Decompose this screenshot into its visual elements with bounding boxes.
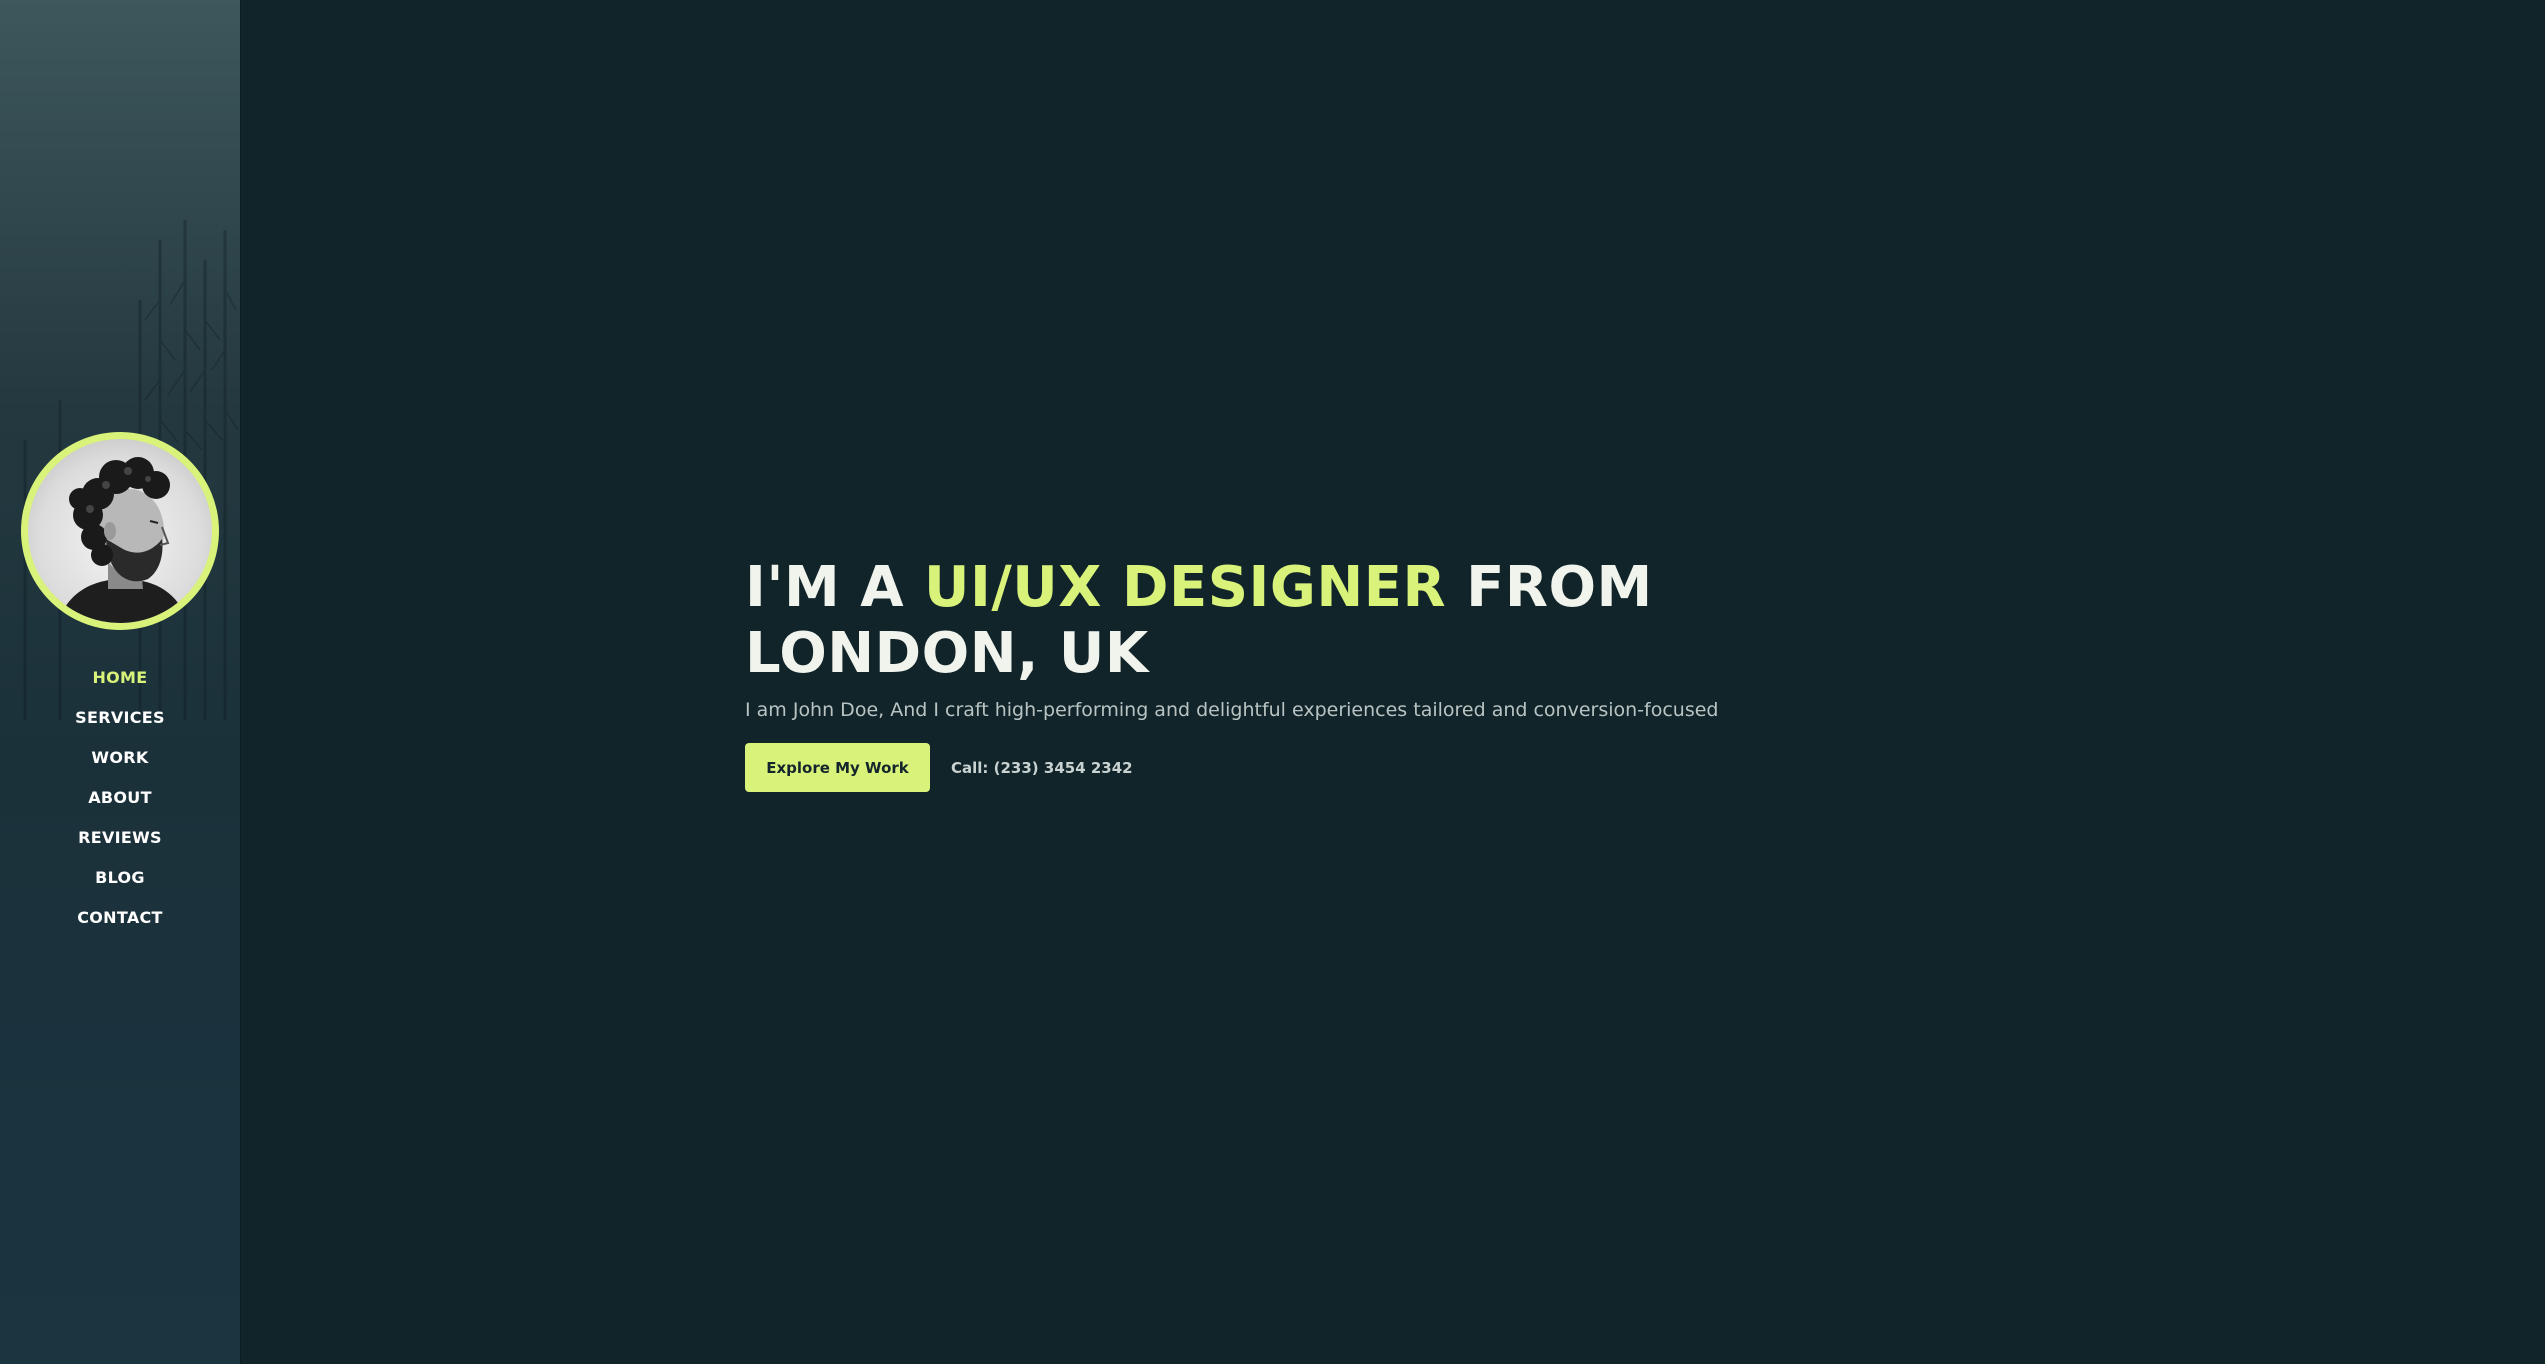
profile-avatar — [28, 439, 212, 623]
nav-item-work[interactable]: WORK — [0, 742, 240, 782]
call-link[interactable]: Call: (233) 3454 2342 — [951, 759, 1133, 777]
avatar-ring — [21, 432, 219, 630]
nav-item-home[interactable]: HOME — [0, 662, 240, 702]
nav-item-services[interactable]: SERVICES — [0, 702, 240, 742]
nav-item-contact[interactable]: CONTACT — [0, 902, 240, 942]
hero-section: I'M A UI/UX DESIGNER FROM LONDON, UK I a… — [745, 555, 1945, 792]
nav-item-about[interactable]: ABOUT — [0, 782, 240, 822]
nav-item-reviews[interactable]: REVIEWS — [0, 822, 240, 862]
nav-item-blog[interactable]: BLOG — [0, 862, 240, 902]
sidebar: HOME SERVICES WORK ABOUT REVIEWS BLOG CO… — [0, 0, 241, 1364]
hero-headline: I'M A UI/UX DESIGNER FROM LONDON, UK — [745, 555, 1825, 687]
hero-subtitle: I am John Doe, And I craft high-performi… — [745, 699, 1719, 721]
explore-work-button[interactable]: Explore My Work — [745, 743, 930, 792]
hero-actions: Explore My Work Call: (233) 3454 2342 — [745, 743, 1945, 792]
page: HOME SERVICES WORK ABOUT REVIEWS BLOG CO… — [0, 0, 2545, 1364]
headline-accent: UI/UX DESIGNER — [924, 555, 1447, 620]
headline-prefix: I'M A — [745, 555, 925, 620]
sidebar-nav: HOME SERVICES WORK ABOUT REVIEWS BLOG CO… — [0, 662, 240, 942]
